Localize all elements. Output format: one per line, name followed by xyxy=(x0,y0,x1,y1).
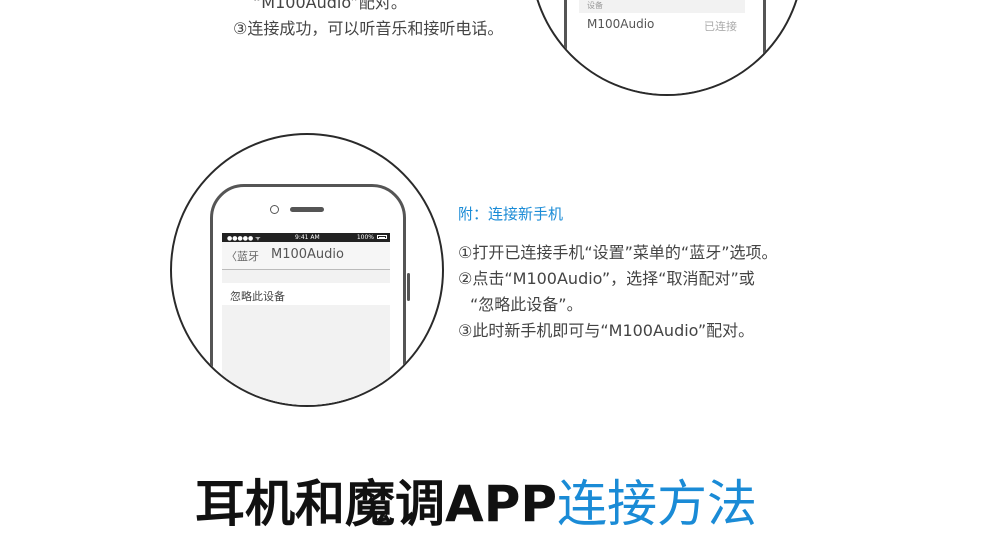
device-row: M100Audio 已连接 xyxy=(579,13,745,35)
phone-screen: ●●●●● ᯤ 9:41 AM 100% 〈蓝牙 M100Audio 忽略此设备 xyxy=(222,233,390,405)
top-steps: “M100Audio”配对。 ③连接成功，可以听音乐和接听电话。 xyxy=(233,0,503,42)
nav-title: M100Audio xyxy=(271,247,344,262)
devices-section-label: 设备 xyxy=(587,1,603,10)
section-heading: 耳机和魔调APP连接方法 xyxy=(195,474,757,534)
heading-blue: 连接方法 xyxy=(557,475,757,533)
top-step-line: ③连接成功，可以听音乐和接听电话。 xyxy=(233,19,504,38)
back-label: 蓝牙 xyxy=(237,250,259,263)
step-line: ③此时新手机即可与“M100Audio”配对。 xyxy=(458,321,755,340)
battery-icon xyxy=(377,235,387,239)
battery-percent: 100% xyxy=(356,234,374,241)
step-line: ①打开已连接手机“设置”菜单的“蓝牙”选项。 xyxy=(458,243,778,262)
step-line: ②点击“M100Audio”，选择“取消配对”或 xyxy=(458,269,755,288)
forget-device-label: 忽略此设备 xyxy=(230,290,285,303)
device-status: 已连接 xyxy=(704,20,737,33)
nav-bar: 〈蓝牙 M100Audio xyxy=(222,242,390,270)
phone-screen: 设备 M100Audio 已连接 xyxy=(579,0,745,35)
phone-frame: ●●●●● ᯤ 9:41 AM 100% 〈蓝牙 M100Audio 忽略此设备 xyxy=(210,184,410,405)
back-button: 〈蓝牙 xyxy=(226,248,259,264)
attach-title: 附：连接新手机 xyxy=(458,205,564,223)
phone-frame: 设备 M100Audio 已连接 xyxy=(564,0,766,94)
camera-icon xyxy=(270,205,279,214)
step-line: “忽略此设备”。 xyxy=(470,295,583,314)
top-step-line: “M100Audio”配对。 xyxy=(253,0,407,12)
status-bar: ●●●●● ᯤ 9:41 AM 100% xyxy=(222,233,390,242)
phone-illustration-middle: ●●●●● ᯤ 9:41 AM 100% 〈蓝牙 M100Audio 忽略此设备 xyxy=(170,133,444,407)
status-time: 9:41 AM xyxy=(295,234,320,241)
new-phone-steps: ①打开已连接手机“设置”菜单的“蓝牙”选项。 ②点击“M100Audio”，选择… xyxy=(458,240,778,344)
device-name: M100Audio xyxy=(587,17,655,31)
side-button xyxy=(407,273,410,301)
speaker-icon xyxy=(290,207,324,212)
phone-illustration-top: 设备 M100Audio 已连接 xyxy=(530,0,804,96)
heading-black: 耳机和魔调APP xyxy=(195,475,557,533)
chevron-left-icon: 〈 xyxy=(226,250,237,263)
forget-device-row: 忽略此设备 xyxy=(222,283,390,305)
signal-indicator: ●●●●● ᯤ xyxy=(227,235,261,242)
